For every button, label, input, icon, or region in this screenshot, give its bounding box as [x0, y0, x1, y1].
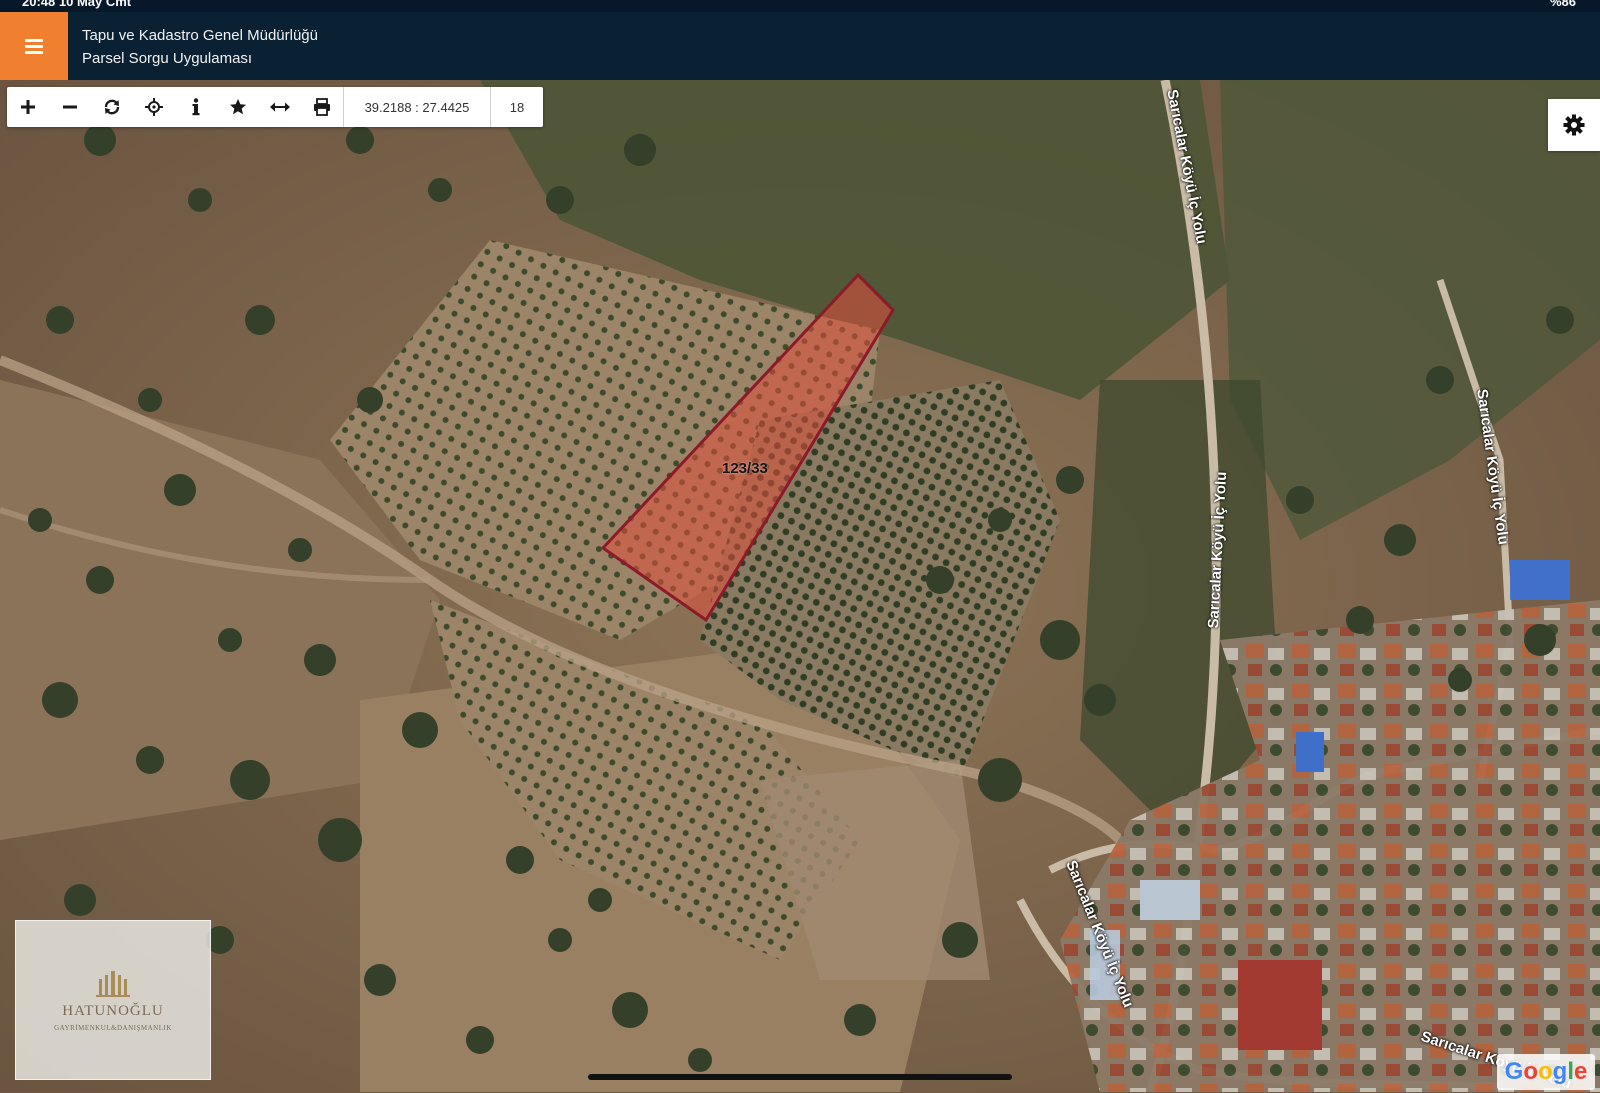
print-button[interactable] — [301, 87, 343, 127]
zoom-out-icon — [63, 105, 77, 109]
refresh-icon — [104, 99, 120, 115]
refresh-button[interactable] — [91, 87, 133, 127]
app-title-line1: Tapu ve Kadastro Genel Müdürlüğü — [82, 27, 318, 44]
coordinate-readout: 39.2188 : 27.4425 — [343, 87, 491, 127]
info-icon — [192, 98, 200, 116]
measure-icon — [270, 102, 290, 112]
status-bar: 20:48 10 May Cmt %86 — [0, 0, 1600, 12]
google-logo: Google — [1497, 1054, 1595, 1090]
map-toolbar: 39.2188 : 27.4425 18 — [7, 87, 543, 127]
google-logo-letter: o — [1523, 1058, 1538, 1085]
locate-icon — [145, 98, 163, 116]
parcel-label[interactable]: 123/33 — [722, 460, 768, 477]
settings-button[interactable] — [1548, 99, 1600, 151]
gear-icon — [1563, 114, 1585, 136]
satellite-map[interactable] — [0, 80, 1600, 1092]
zoom-out-button[interactable] — [49, 87, 91, 127]
google-logo-letter: l — [1567, 1058, 1574, 1085]
print-icon — [314, 98, 330, 116]
agency-watermark: HATUNOĞLU GAYRİMENKUL&DANIŞMANLIK — [15, 920, 211, 1080]
agency-logo-icon — [96, 970, 130, 997]
locate-button[interactable] — [133, 87, 175, 127]
map-imagery — [0, 80, 1600, 1092]
measure-button[interactable] — [259, 87, 301, 127]
star-icon — [230, 99, 246, 115]
favorites-button[interactable] — [217, 87, 259, 127]
info-button[interactable] — [175, 87, 217, 127]
zoom-in-button[interactable] — [7, 87, 49, 127]
agency-name: HATUNOĞLU — [62, 1002, 164, 1019]
app-header: Tapu ve Kadastro Genel Müdürlüğü Parsel … — [0, 12, 1600, 80]
app-title-line2: Parsel Sorgu Uygulaması — [82, 50, 253, 67]
google-logo-letter: G — [1504, 1058, 1524, 1085]
hamburger-menu-icon — [25, 36, 43, 57]
status-time: 20:48 10 May Cmt — [22, 0, 132, 9]
zoom-level-readout: 18 — [509, 99, 525, 115]
zoom-in-icon — [21, 100, 35, 114]
menu-button[interactable] — [0, 12, 68, 80]
status-battery: %86 — [1549, 0, 1576, 9]
google-logo-letter: o — [1537, 1058, 1553, 1085]
google-logo-letter: e — [1574, 1058, 1588, 1085]
google-logo-letter: g — [1552, 1058, 1568, 1085]
home-indicator — [588, 1074, 1012, 1080]
app-title: Tapu ve Kadastro Genel Müdürlüğü Parsel … — [82, 24, 318, 70]
agency-subtitle: GAYRİMENKUL&DANIŞMANLIK — [54, 1023, 172, 1032]
